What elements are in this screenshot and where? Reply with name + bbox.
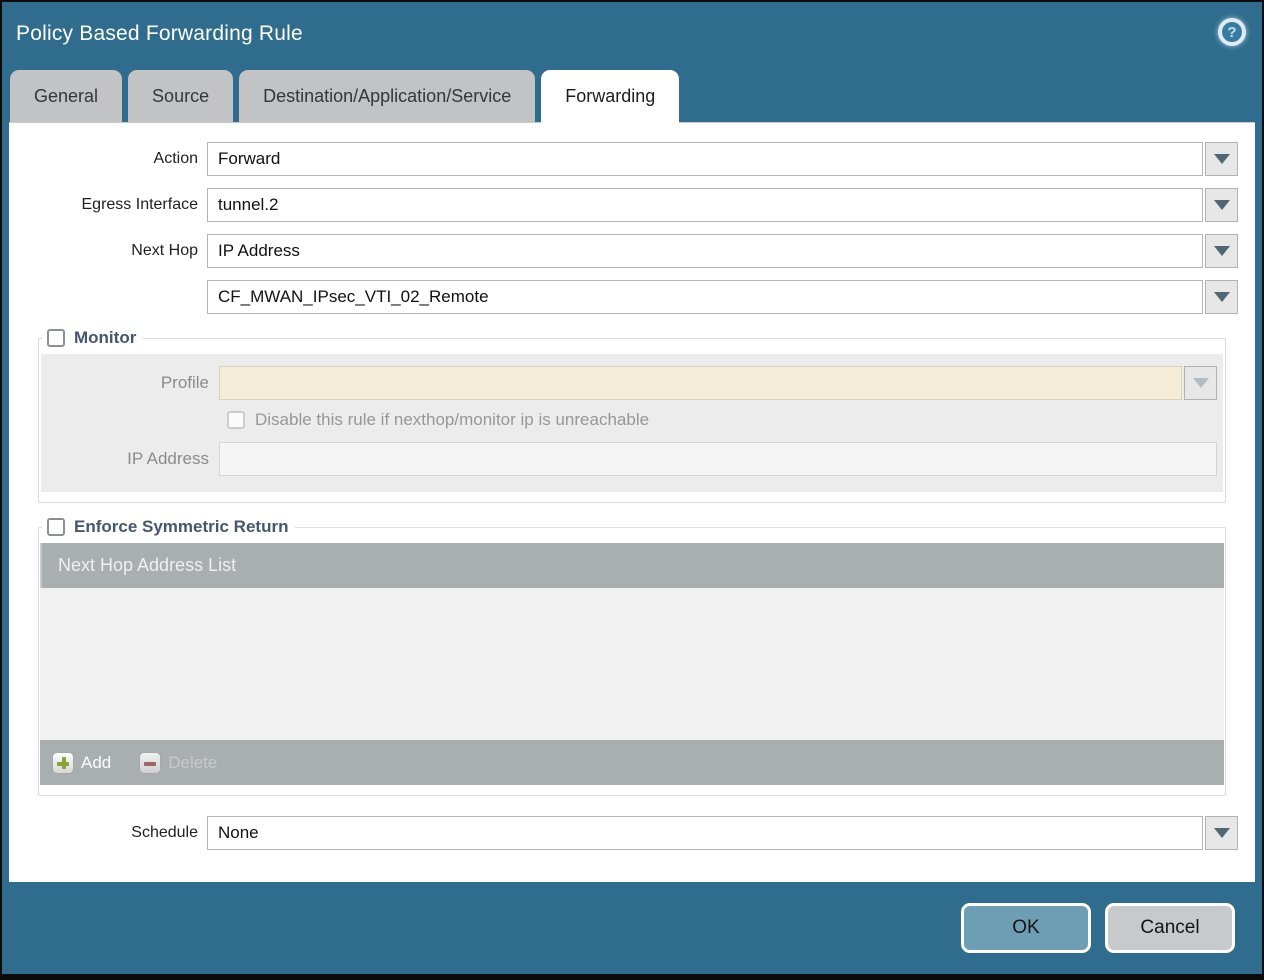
tab-label: General <box>34 86 98 107</box>
next-hop-address-row: CF_MWAN_IPsec_VTI_02_Remote <box>9 280 1238 314</box>
monitor-ip-address-input <box>219 442 1217 476</box>
chevron-down-icon <box>1214 292 1230 302</box>
plus-icon <box>52 752 74 774</box>
help-icon-glyph: ? <box>1227 24 1236 41</box>
next-hop-type-select[interactable]: IP Address <box>207 234 1203 268</box>
action-combo: Forward <box>207 142 1238 176</box>
egress-interface-label: Egress Interface <box>9 196 207 214</box>
enforce-symmetric-return-legend-label: Enforce Symmetric Return <box>74 517 288 537</box>
add-button[interactable]: Add <box>52 752 111 774</box>
monitor-section: Monitor Profile Disable this rule if nex… <box>38 328 1226 503</box>
action-row: Action Forward <box>9 142 1238 176</box>
chevron-down-icon <box>1214 154 1230 164</box>
egress-interface-combo: tunnel.2 <box>207 188 1238 222</box>
next-hop-row: Next Hop IP Address <box>9 234 1238 268</box>
enforce-symmetric-return-legend: Enforce Symmetric Return <box>42 517 295 537</box>
monitor-profile-row: Profile <box>41 366 1223 400</box>
add-button-label: Add <box>81 753 111 773</box>
egress-interface-select[interactable]: tunnel.2 <box>207 188 1203 222</box>
delete-button-label: Delete <box>168 753 217 773</box>
schedule-combo: None <box>207 816 1238 850</box>
dialog-title: Policy Based Forwarding Rule <box>16 22 303 46</box>
chevron-down-icon <box>1193 378 1209 388</box>
next-hop-address-list-header: Next Hop Address List <box>40 543 1224 588</box>
tab-label: Forwarding <box>565 86 655 107</box>
monitor-profile-dropdown-button <box>1184 366 1217 400</box>
disable-rule-checkbox <box>227 411 245 429</box>
monitor-checkbox[interactable] <box>47 329 65 347</box>
monitor-legend-label: Monitor <box>74 328 136 348</box>
help-icon[interactable]: ? <box>1218 18 1246 46</box>
next-hop-address-list-body <box>40 588 1224 740</box>
next-hop-type-combo: IP Address <box>207 234 1238 268</box>
minus-icon <box>139 752 161 774</box>
chevron-down-icon <box>1214 828 1230 838</box>
tab-label: Destination/Application/Service <box>263 86 511 107</box>
next-hop-address-dropdown-button[interactable] <box>1205 280 1238 314</box>
next-hop-label: Next Hop <box>9 242 207 260</box>
egress-interface-row: Egress Interface tunnel.2 <box>9 188 1238 222</box>
tab-source[interactable]: Source <box>128 70 233 122</box>
next-hop-address-list-toolbar: Add Delete <box>40 740 1224 785</box>
next-hop-address-combo: CF_MWAN_IPsec_VTI_02_Remote <box>207 280 1238 314</box>
action-select[interactable]: Forward <box>207 142 1203 176</box>
monitor-profile-label: Profile <box>41 373 219 393</box>
forwarding-tab-panel: Action Forward Egress Interface tunnel.2… <box>9 122 1255 882</box>
monitor-profile-select <box>219 366 1182 400</box>
tab-label: Source <box>152 86 209 107</box>
schedule-label: Schedule <box>9 824 207 842</box>
delete-button: Delete <box>139 752 217 774</box>
tab-destination-application-service[interactable]: Destination/Application/Service <box>239 70 535 122</box>
tab-forwarding[interactable]: Forwarding <box>541 70 679 123</box>
schedule-row: Schedule None <box>9 816 1238 850</box>
enforce-symmetric-return-section: Enforce Symmetric Return Next Hop Addres… <box>38 517 1226 796</box>
tab-bar: General Source Destination/Application/S… <box>9 70 1255 122</box>
monitor-ip-address-row: IP Address <box>41 442 1223 476</box>
ok-button[interactable]: OK <box>961 903 1091 953</box>
schedule-dropdown-button[interactable] <box>1205 816 1238 850</box>
next-hop-address-select[interactable]: CF_MWAN_IPsec_VTI_02_Remote <box>207 280 1203 314</box>
cancel-button[interactable]: Cancel <box>1105 903 1235 953</box>
monitor-legend: Monitor <box>42 328 143 348</box>
egress-interface-dropdown-button[interactable] <box>1205 188 1238 222</box>
monitor-disabled-panel: Profile Disable this rule if nexthop/mon… <box>41 354 1223 492</box>
dialog-titlebar: Policy Based Forwarding Rule ? <box>2 2 1262 68</box>
monitor-ip-address-label: IP Address <box>41 449 219 469</box>
next-hop-address-list-header-label: Next Hop Address List <box>58 555 236 576</box>
schedule-select[interactable]: None <box>207 816 1203 850</box>
policy-based-forwarding-rule-dialog: Policy Based Forwarding Rule ? General S… <box>2 2 1262 974</box>
dialog-footer: OK Cancel <box>2 882 1262 974</box>
monitor-disable-rule-row: Disable this rule if nexthop/monitor ip … <box>227 410 1223 430</box>
tab-general[interactable]: General <box>10 70 122 122</box>
enforce-symmetric-return-checkbox[interactable] <box>47 518 65 536</box>
action-dropdown-button[interactable] <box>1205 142 1238 176</box>
chevron-down-icon <box>1214 246 1230 256</box>
next-hop-address-table: Next Hop Address List Add Delete <box>40 543 1224 785</box>
chevron-down-icon <box>1214 200 1230 210</box>
action-label: Action <box>9 150 207 168</box>
next-hop-type-dropdown-button[interactable] <box>1205 234 1238 268</box>
disable-rule-label: Disable this rule if nexthop/monitor ip … <box>255 410 649 430</box>
